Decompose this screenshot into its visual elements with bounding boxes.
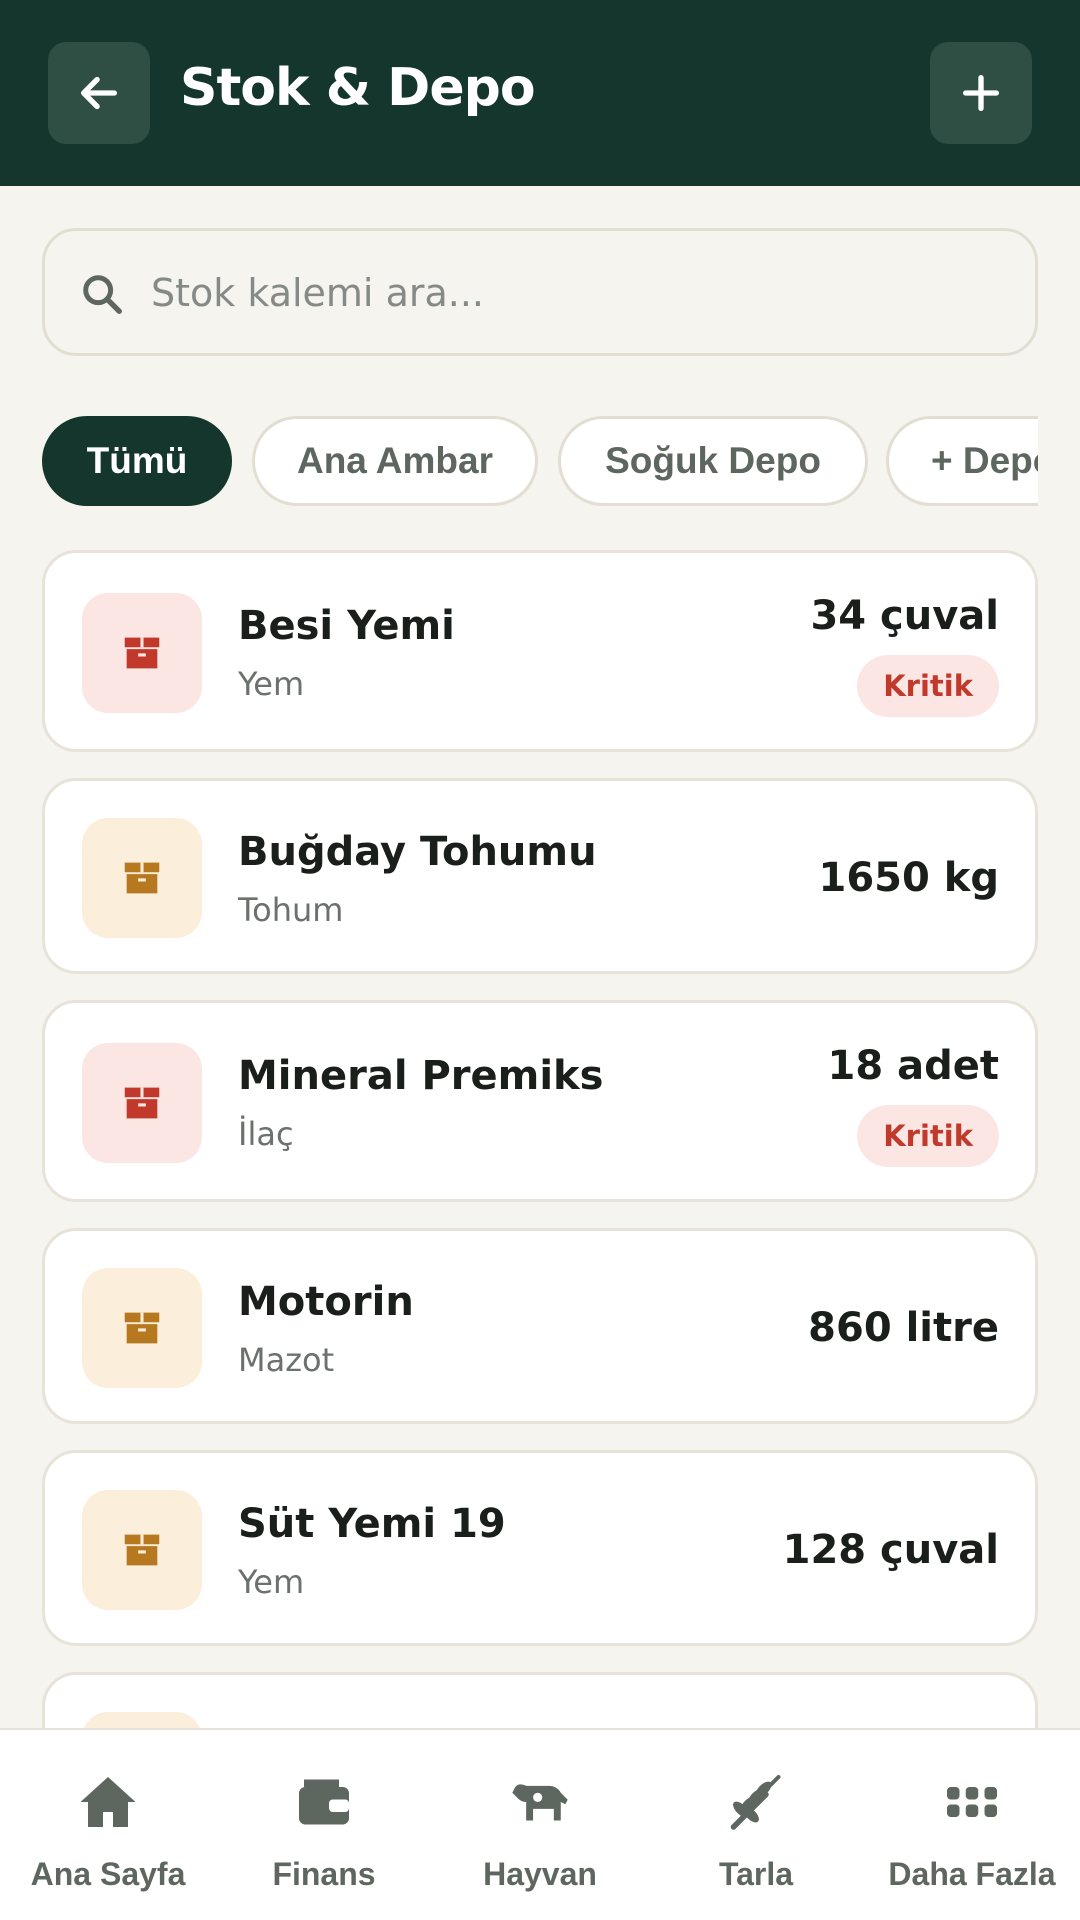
page-title: Stok & Depo bbox=[180, 58, 536, 118]
chip-cold-storage[interactable]: Soğuk Depo bbox=[558, 416, 868, 506]
stock-item-card[interactable]: Besi Yemi Yem 34 çuval Kritik bbox=[42, 550, 1038, 752]
critical-badge: Kritik bbox=[857, 655, 999, 717]
item-category: Tohum bbox=[238, 891, 344, 929]
bottom-navigation: Ana Sayfa Finans Hayvan Tarla Daha Fazla bbox=[0, 1728, 1080, 1920]
nav-item-more[interactable]: Daha Fazla bbox=[864, 1730, 1080, 1920]
item-quantity: 860 litre bbox=[808, 1305, 999, 1351]
item-quantity: 128 çuval bbox=[782, 1527, 999, 1573]
nav-label: Hayvan bbox=[483, 1856, 597, 1892]
box-icon bbox=[82, 593, 202, 713]
nav-item-home[interactable]: Ana Sayfa bbox=[0, 1730, 216, 1920]
box-icon bbox=[82, 1268, 202, 1388]
box-icon bbox=[82, 1490, 202, 1610]
app-header: Stok & Depo bbox=[0, 0, 1080, 186]
item-category: Yem bbox=[238, 1563, 305, 1601]
cow-icon bbox=[512, 1784, 568, 1821]
item-name: Motorin bbox=[238, 1279, 414, 1325]
search-bar bbox=[42, 228, 1038, 356]
search-icon bbox=[83, 275, 122, 314]
item-category: Yem bbox=[238, 665, 305, 703]
home-icon bbox=[80, 1777, 136, 1827]
nav-label: Finans bbox=[272, 1856, 376, 1892]
item-name: Besi Yemi bbox=[238, 603, 455, 649]
add-item-button[interactable] bbox=[930, 42, 1032, 144]
nav-label: Daha Fazla bbox=[888, 1856, 1056, 1892]
nav-label: Ana Sayfa bbox=[30, 1856, 186, 1892]
box-icon bbox=[82, 818, 202, 938]
item-quantity: 1650 kg bbox=[818, 855, 1000, 901]
item-quantity: 34 çuval bbox=[810, 593, 999, 639]
nav-item-finance[interactable]: Finans bbox=[216, 1730, 432, 1920]
nav-label: Tarla bbox=[718, 1856, 794, 1892]
item-category: İlaç bbox=[238, 1115, 294, 1153]
box-icon bbox=[82, 1043, 202, 1163]
stock-item-card[interactable]: Süt Yemi 19 Yem 128 çuval bbox=[42, 1450, 1038, 1646]
chip-all[interactable]: Tümü bbox=[42, 416, 232, 506]
plus-icon bbox=[962, 74, 1000, 112]
stock-item-card[interactable]: Mineral Premiks İlaç 18 adet Kritik bbox=[42, 1000, 1038, 1202]
item-quantity: 18 adet bbox=[827, 1043, 999, 1089]
critical-badge: Kritik bbox=[857, 1105, 999, 1167]
item-name: Buğday Tohumu bbox=[238, 829, 597, 875]
nav-item-livestock[interactable]: Hayvan bbox=[432, 1730, 648, 1920]
item-name: Süt Yemi 19 bbox=[238, 1501, 506, 1547]
stock-item-card[interactable]: Buğday Tohumu Tohum 1650 kg bbox=[42, 778, 1038, 974]
wheat-icon bbox=[730, 1775, 781, 1830]
back-button[interactable] bbox=[48, 42, 150, 144]
chip-main-warehouse[interactable]: Ana Ambar bbox=[252, 416, 538, 506]
wallet-icon bbox=[299, 1779, 349, 1825]
nav-item-field[interactable]: Tarla bbox=[648, 1730, 864, 1920]
warehouse-filter-chips: Tümü Ana Ambar Soğuk Depo + Depo Ekle bbox=[42, 416, 1038, 508]
item-category: Mazot bbox=[238, 1341, 335, 1379]
stock-item-card[interactable]: Motorin Mazot 860 litre bbox=[42, 1228, 1038, 1424]
arrow-left-icon bbox=[80, 76, 118, 110]
chip-add-warehouse[interactable]: + Depo Ekle bbox=[886, 416, 1038, 506]
item-name: Mineral Premiks bbox=[238, 1053, 604, 1099]
search-input[interactable] bbox=[151, 251, 1011, 335]
grid-icon bbox=[947, 1787, 997, 1817]
